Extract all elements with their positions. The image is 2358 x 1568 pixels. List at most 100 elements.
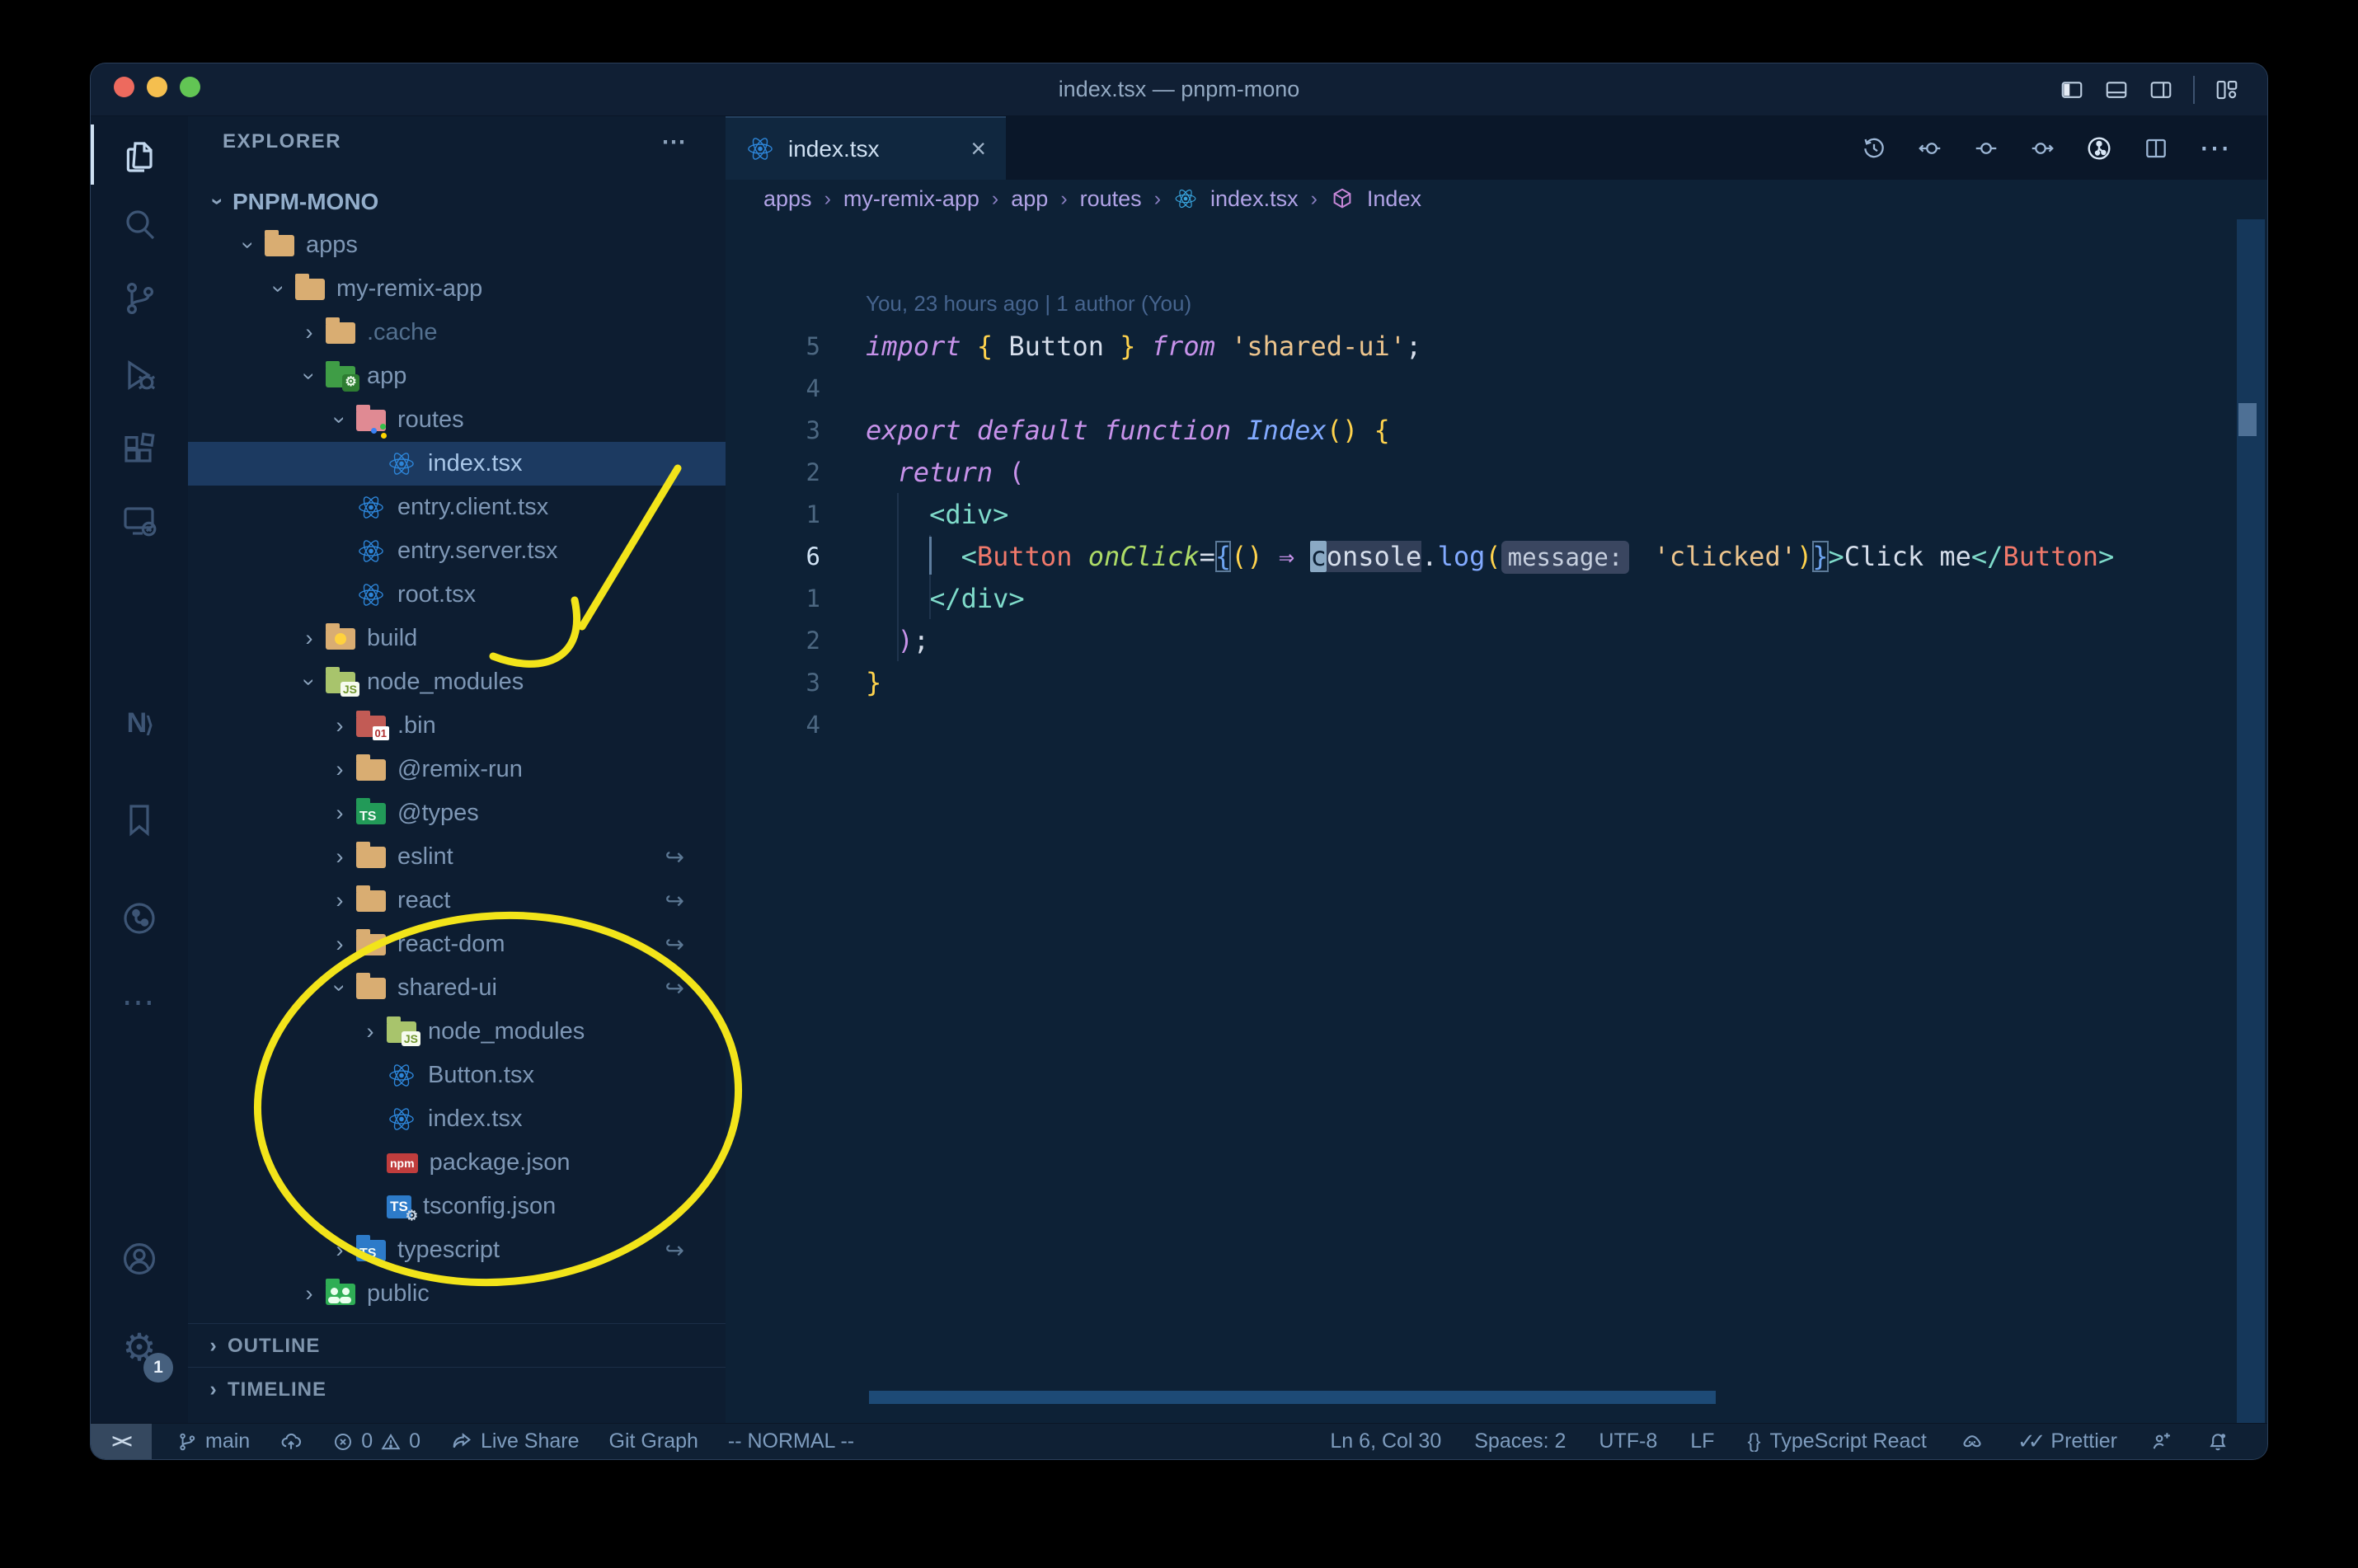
toggle-secondary-sidebar-icon[interactable] <box>2149 77 2173 102</box>
vertical-scrollbar[interactable] <box>2237 219 2265 1424</box>
eol-setting[interactable]: LF <box>1690 1430 1714 1453</box>
publish-changes-button[interactable] <box>279 1430 303 1453</box>
encoding-setting[interactable]: UTF-8 <box>1599 1430 1657 1453</box>
breadcrumb-routes[interactable]: routes <box>1080 186 1142 212</box>
breadcrumb-index-tsx[interactable]: index.tsx <box>1210 186 1299 212</box>
outline-section-header[interactable]: › OUTLINE <box>188 1323 726 1368</box>
vim-mode-label: -- NORMAL -- <box>727 1430 855 1453</box>
tree-item-my-remix-app[interactable]: › my-remix-app <box>188 267 726 311</box>
code-line[interactable]: 4 <box>726 703 2267 745</box>
tree-item-entry-client-tsx[interactable]: ›entry.client.tsx <box>188 486 726 529</box>
code-line[interactable]: 1 <div> <box>726 493 2267 535</box>
tree-item-build[interactable]: › build <box>188 617 726 660</box>
code-line[interactable]: 2 ); <box>726 619 2267 661</box>
editor-group: index.tsx × ⋯ apps › my-remix-app › app … <box>726 116 2267 1424</box>
extensions-icon[interactable] <box>91 430 188 469</box>
timeline-section-header[interactable]: › TIMELINE <box>188 1367 726 1411</box>
search-icon[interactable] <box>91 204 188 244</box>
source-control-icon[interactable] <box>91 279 188 318</box>
indentation-setting[interactable]: Spaces: 2 <box>1474 1430 1566 1453</box>
typescript-folder-icon: TS <box>356 1234 386 1261</box>
language-mode[interactable]: {} TypeScript React <box>1747 1430 1926 1453</box>
toggle-sidebar-icon[interactable] <box>2060 77 2084 102</box>
breadcrumb-my-remix-app[interactable]: my-remix-app <box>843 186 979 212</box>
tree-item-label: apps <box>306 232 358 258</box>
run-debug-icon[interactable] <box>91 355 188 395</box>
customize-layout-icon[interactable] <box>2215 77 2239 102</box>
problems-indicator[interactable]: 0 0 <box>332 1430 420 1453</box>
breadcrumb-app[interactable]: app <box>1011 186 1048 212</box>
git-graph-view-icon[interactable] <box>91 899 188 938</box>
more-actions-icon[interactable]: ⋯ <box>2199 129 2233 167</box>
commit-graph-icon[interactable] <box>2085 134 2113 162</box>
tree-item-eslint[interactable]: › eslint ↪ <box>188 835 726 879</box>
tree-item-label: react-dom <box>397 931 505 957</box>
tree-item--cache[interactable]: › .cache <box>188 311 726 354</box>
cursor-position[interactable]: Ln 6, Col 30 <box>1330 1430 1441 1453</box>
tree-item-app[interactable]: › ⚙ app <box>188 354 726 398</box>
toggle-panel-icon[interactable] <box>2104 77 2129 102</box>
close-tab-icon[interactable]: × <box>970 134 986 164</box>
breadcrumb-symbol-index[interactable]: Index <box>1367 186 1421 212</box>
remote-indicator[interactable]: >< <box>91 1424 152 1459</box>
branch-indicator[interactable]: main <box>176 1430 250 1453</box>
feedback-button[interactable] <box>2150 1430 2173 1453</box>
tree-item-node-modules[interactable]: › JS node_modules <box>188 1010 726 1054</box>
tree-item-node-modules[interactable]: › JS node_modules <box>188 660 726 704</box>
notifications-button[interactable] <box>2206 1430 2229 1453</box>
tree-item-button-tsx[interactable]: ›Button.tsx <box>188 1054 726 1097</box>
timeline-history-icon[interactable] <box>1861 135 1887 162</box>
remote-explorer-icon[interactable] <box>91 501 188 541</box>
code-line[interactable]: 6 <Button onClick={() ⇒ console.log(mess… <box>726 535 2267 577</box>
code-line[interactable]: 1 </div> <box>726 577 2267 619</box>
code-area[interactable]: You, 23 hours ago | 1 author (You) 5 impor… <box>726 283 2267 745</box>
person-feedback-icon <box>2153 1432 2170 1449</box>
tree-item-index-tsx[interactable]: ›index.tsx <box>188 1097 726 1141</box>
split-editor-icon[interactable] <box>2143 135 2169 162</box>
tree-item-root-tsx[interactable]: ›root.tsx <box>188 573 726 617</box>
tree-item-index-tsx[interactable]: ›index.tsx <box>188 442 726 486</box>
tree-item--bin[interactable]: › 01 .bin <box>188 704 726 748</box>
vim-block-cursor: c <box>1310 540 1327 572</box>
error-count: 0 <box>361 1430 373 1453</box>
code-line[interactable]: 5 import { Button } from 'shared-ui'; <box>726 325 2267 367</box>
settings-gear-icon[interactable]: ⚙ <box>91 1328 188 1366</box>
code-line[interactable]: 2 return ( <box>726 451 2267 493</box>
git-blame-annotation[interactable]: You, 23 hours ago | 1 author (You) <box>726 283 2267 325</box>
tree-item-apps[interactable]: › apps <box>188 223 726 267</box>
tree-item-react-dom[interactable]: › react-dom ↪ <box>188 922 726 966</box>
bookmarks-icon[interactable] <box>91 800 188 839</box>
horizontal-scrollbar[interactable] <box>869 1391 1716 1404</box>
account-icon[interactable] <box>91 1239 188 1279</box>
tree-item-typescript[interactable]: › TS typescript ↪ <box>188 1228 726 1272</box>
code-line[interactable]: 3} <box>726 661 2267 703</box>
navigate-forward-icon[interactable] <box>2029 135 2055 162</box>
tree-item--types[interactable]: › TS @types <box>188 791 726 835</box>
tree-item--remix-run[interactable]: › @remix-run <box>188 748 726 791</box>
nx-console-icon[interactable]: N⟩ <box>91 707 188 739</box>
folder-icon <box>356 885 386 912</box>
live-share-button[interactable]: Live Share <box>450 1430 580 1453</box>
explorer-more-actions-icon[interactable]: ⋯ <box>661 128 688 157</box>
vim-mode-indicator[interactable]: -- NORMAL -- <box>728 1430 854 1453</box>
copilot-button[interactable] <box>1960 1430 1985 1454</box>
react-icon <box>748 138 773 160</box>
git-graph-button[interactable]: Git Graph <box>609 1430 698 1453</box>
more-views-icon[interactable]: ⋯ <box>91 984 188 1021</box>
tree-item-shared-ui[interactable]: › shared-ui ↪ <box>188 966 726 1010</box>
explorer-icon[interactable] <box>91 136 188 176</box>
code-line[interactable]: 4 <box>726 367 2267 409</box>
workspace-root-row[interactable]: › PNPM-MONO <box>188 180 726 223</box>
tree-item-package-json[interactable]: ›npmpackage.json <box>188 1141 726 1185</box>
breadcrumb-apps[interactable]: apps <box>763 186 812 212</box>
navigate-back-icon[interactable] <box>1917 135 1943 162</box>
tree-item-react[interactable]: › react ↪ <box>188 879 726 922</box>
tab-index-tsx[interactable]: index.tsx × <box>726 116 1006 180</box>
tree-item-entry-server-tsx[interactable]: ›entry.server.tsx <box>188 529 726 573</box>
formatter-indicator[interactable]: ✓✓ Prettier <box>2017 1429 2117 1454</box>
current-location-icon[interactable] <box>1973 135 1999 162</box>
tree-item-public[interactable]: › public <box>188 1272 726 1316</box>
tree-item-routes[interactable]: › routes <box>188 398 726 442</box>
code-line[interactable]: 3 export default function Index() { <box>726 409 2267 451</box>
tree-item-tsconfig-json[interactable]: ›TS⚙tsconfig.json <box>188 1185 726 1228</box>
